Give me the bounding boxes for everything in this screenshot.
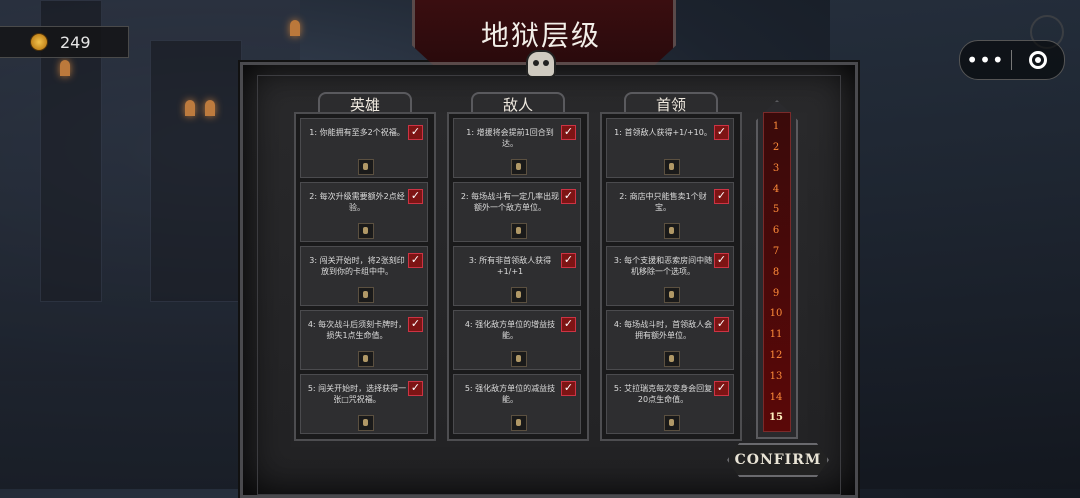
modifier-card[interactable]: 4: 每场战斗时，首领敌人会拥有额外单位。 ✓ — [606, 310, 734, 370]
lantern-icon — [358, 351, 374, 367]
modifier-card[interactable]: 5: 艾拉瑞克每次变身会回复20点生命值。 ✓ — [606, 374, 734, 434]
checkmark-icon[interactable]: ✓ — [408, 125, 423, 140]
modifier-card[interactable]: 3: 闯关开始时，将2张刻印放到你的卡组中中。 ✓ — [300, 246, 428, 306]
checkmark-icon[interactable]: ✓ — [408, 253, 423, 268]
modifier-text: 1: 你能拥有至多2个祝福。 — [309, 128, 405, 137]
lantern-icon — [664, 287, 680, 303]
level-15-selected[interactable]: 15 — [763, 412, 789, 423]
lantern-icon — [511, 223, 527, 239]
modifier-card[interactable]: 3: 每个支援和恶索房间中随机移除一个选项。 ✓ — [606, 246, 734, 306]
modifier-card[interactable]: 1: 首领敌人获得+1/+10。 ✓ — [606, 118, 734, 178]
castle-tower — [150, 40, 242, 302]
castle-window — [290, 20, 300, 36]
close-miniprogram-button[interactable] — [1012, 51, 1063, 69]
modifier-card[interactable]: 5: 闯关开始时，选择获得一张□咒祝福。 ✓ — [300, 374, 428, 434]
modifier-card[interactable]: 4: 每次战斗后须刻卡牌时，损失1点生命值。 ✓ — [300, 310, 428, 370]
target-icon — [1028, 51, 1047, 69]
coin-value: 249 — [60, 32, 91, 52]
modifier-text: 3: 所有非首领敌人获得+1/+1 — [468, 256, 552, 276]
level-8[interactable]: 8 — [763, 267, 789, 278]
column-enemy: 1: 增援将会提前1回合到达。 ✓ 2: 每场战斗有一定几率出现额外一个敌方单位。… — [447, 112, 589, 441]
lantern-icon — [664, 223, 680, 239]
castle-window — [60, 60, 70, 76]
castle-window — [185, 100, 195, 116]
checkmark-icon[interactable]: ✓ — [714, 189, 729, 204]
lantern-icon — [511, 159, 527, 175]
modifier-card[interactable]: 3: 所有非首领敌人获得+1/+1 ✓ — [453, 246, 581, 306]
checkmark-icon[interactable]: ✓ — [561, 125, 576, 140]
level-4[interactable]: 4 — [763, 184, 789, 195]
checkmark-icon[interactable]: ✓ — [561, 317, 576, 332]
coin-counter: 249 — [0, 26, 129, 58]
page-title: 地狱层级 — [480, 19, 601, 52]
coin-icon — [30, 33, 48, 51]
level-9[interactable]: 9 — [763, 288, 789, 299]
lantern-icon — [664, 415, 680, 431]
modifier-card[interactable]: 5: 强化敌方单位的减益技能。 ✓ — [453, 374, 581, 434]
level-11[interactable]: 11 — [763, 329, 789, 340]
modifier-text: 3: 每个支援和恶索房间中随机移除一个选项。 — [613, 256, 713, 276]
modifier-text: 1: 增援将会提前1回合到达。 — [466, 128, 554, 148]
miniprogram-capsule: ••• — [959, 40, 1065, 80]
checkmark-icon[interactable]: ✓ — [714, 317, 729, 332]
modifier-card[interactable]: 2: 每场战斗有一定几率出现额外一个敌方单位。 ✓ — [453, 182, 581, 242]
modifier-text: 2: 商店中只能售卖1个财宝。 — [619, 192, 707, 212]
confirm-button[interactable]: CONFIRM — [727, 443, 829, 477]
modifier-card[interactable]: 1: 增援将会提前1回合到达。 ✓ — [453, 118, 581, 178]
level-3[interactable]: 3 — [763, 163, 789, 174]
checkmark-icon[interactable]: ✓ — [714, 125, 729, 140]
checkmark-icon[interactable]: ✓ — [714, 381, 729, 396]
lantern-icon — [511, 415, 527, 431]
modifier-text: 5: 闯关开始时，选择获得一张□咒祝福。 — [307, 384, 407, 404]
level-7[interactable]: 7 — [763, 246, 789, 257]
level-6[interactable]: 6 — [763, 225, 789, 236]
level-14[interactable]: 14 — [763, 392, 789, 403]
skull-ornament-icon — [526, 50, 556, 78]
level-5[interactable]: 5 — [763, 204, 789, 215]
modifier-text: 4: 强化敌方单位的增益技能。 — [464, 320, 556, 340]
lantern-icon — [358, 415, 374, 431]
modifier-text: 3: 闯关开始时，将2张刻印放到你的卡组中中。 — [309, 256, 405, 276]
modifier-text: 5: 艾拉瑞克每次变身会回复20点生命值。 — [613, 384, 713, 404]
checkmark-icon[interactable]: ✓ — [561, 253, 576, 268]
castle-window — [205, 100, 215, 116]
column-boss: 1: 首领敌人获得+1/+10。 ✓ 2: 商店中只能售卖1个财宝。 ✓ 3: 每个… — [600, 112, 742, 441]
checkmark-icon[interactable]: ✓ — [561, 381, 576, 396]
column-hero: 1: 你能拥有至多2个祝福。 ✓ 2: 每次升级需要额外2点经验。 ✓ 3: 闯关开… — [294, 112, 436, 441]
modifier-text: 2: 每次升级需要额外2点经验。 — [309, 192, 405, 212]
level-12[interactable]: 12 — [763, 350, 789, 361]
level-13[interactable]: 13 — [763, 371, 789, 382]
modifier-text: 2: 每场战斗有一定几率出现额外一个敌方单位。 — [460, 192, 560, 212]
modifier-text: 4: 每次战斗后须刻卡牌时，损失1点生命值。 — [307, 320, 407, 340]
checkmark-icon[interactable]: ✓ — [714, 253, 729, 268]
level-10[interactable]: 10 — [763, 308, 789, 319]
checkmark-icon[interactable]: ✓ — [408, 317, 423, 332]
lantern-icon — [511, 351, 527, 367]
modifier-card[interactable]: 1: 你能拥有至多2个祝福。 ✓ — [300, 118, 428, 178]
modifier-text: 4: 每场战斗时，首领敌人会拥有额外单位。 — [613, 320, 713, 340]
lantern-icon — [358, 159, 374, 175]
modifier-card[interactable]: 2: 商店中只能售卖1个财宝。 ✓ — [606, 182, 734, 242]
lantern-icon — [358, 223, 374, 239]
lantern-icon — [358, 287, 374, 303]
modifier-text: 5: 强化敌方单位的减益技能。 — [464, 384, 556, 404]
level-1[interactable]: 1 — [763, 121, 789, 132]
lantern-icon — [664, 159, 680, 175]
more-menu-icon[interactable]: ••• — [960, 48, 1011, 72]
modifier-card[interactable]: 4: 强化敌方单位的增益技能。 ✓ — [453, 310, 581, 370]
checkmark-icon[interactable]: ✓ — [408, 381, 423, 396]
checkmark-icon[interactable]: ✓ — [408, 189, 423, 204]
level-2[interactable]: 2 — [763, 142, 789, 153]
checkmark-icon[interactable]: ✓ — [561, 189, 576, 204]
modifier-card[interactable]: 2: 每次升级需要额外2点经验。 ✓ — [300, 182, 428, 242]
lantern-icon — [664, 351, 680, 367]
modifier-text: 1: 首领敌人获得+1/+10。 — [614, 128, 712, 137]
lantern-icon — [511, 287, 527, 303]
